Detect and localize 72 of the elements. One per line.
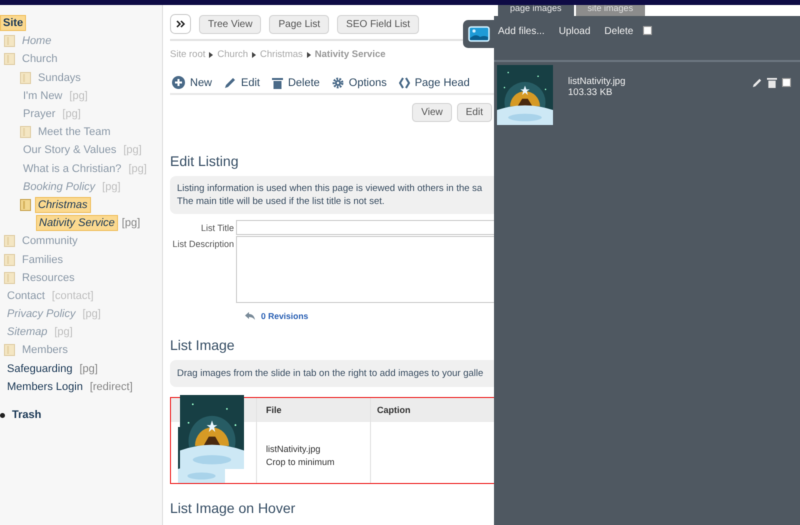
column-header: Caption <box>376 405 412 415</box>
folder-icon <box>4 344 15 356</box>
panel-action[interactable]: Delete <box>604 26 640 37</box>
action-button[interactable]: Delete <box>270 76 324 89</box>
trash-icon <box>272 76 283 88</box>
panel-action[interactable]: Upload <box>558 26 596 37</box>
page-type-tag: [pg] <box>79 362 98 375</box>
field-label: List Title <box>200 222 234 235</box>
section-heading: List Image on Hover <box>170 500 296 516</box>
folder-icon <box>20 198 31 211</box>
folder-icon <box>20 126 31 138</box>
caret-icon <box>252 52 256 58</box>
field-label: List Description <box>171 238 234 251</box>
page-type-tag: [pg] <box>102 180 121 193</box>
folder-icon <box>20 72 31 84</box>
tree-item[interactable]: Site <box>0 15 26 32</box>
tree-item[interactable]: Trash <box>9 407 44 424</box>
folder-icon <box>4 235 15 248</box>
page-type-tag: [pg] <box>122 217 140 230</box>
tree-item[interactable]: Christmas <box>35 196 91 213</box>
page-type-tag: [redirect] <box>90 380 133 393</box>
revisions-link[interactable]: 0 Revisions <box>245 311 308 321</box>
view-tab[interactable]: Tree View <box>199 14 262 34</box>
file-name: listNativity.jpg <box>568 76 626 87</box>
double-chevron-icon <box>176 20 186 28</box>
gear-icon <box>332 76 344 88</box>
checkbox[interactable] <box>643 26 652 35</box>
page-type-tag: [pg] <box>69 90 88 102</box>
file-size: 103.33 KB <box>568 87 614 98</box>
caret-icon <box>209 52 214 58</box>
page-type-tag: [pg] <box>54 326 73 338</box>
column-header: File <box>257 398 371 422</box>
tree-item[interactable]: Safeguarding <box>4 360 76 377</box>
image-icon <box>468 26 490 42</box>
page-type-tag: [pg] <box>128 162 147 175</box>
view-tab[interactable]: SEO Field List <box>337 14 420 34</box>
folder-icon <box>4 35 15 48</box>
reply-arrow-icon <box>245 312 255 320</box>
panel-toggle[interactable] <box>463 20 494 48</box>
mode-button[interactable]: View <box>412 103 452 122</box>
page-type-tag: [pg] <box>62 108 81 120</box>
table-cell: listNativity.jpg Crop to minimum <box>266 442 335 468</box>
plus-icon <box>172 76 185 89</box>
view-tab[interactable]: Page List <box>269 14 330 34</box>
section-heading: List Image <box>170 337 236 353</box>
code-icon <box>398 76 410 88</box>
mode-button[interactable]: Edit <box>456 103 492 122</box>
page-type-tag: [pg] <box>82 308 101 320</box>
info-text: Listing information is used when this page is viewed with others in the sa <box>177 182 482 195</box>
action-button[interactable]: Page Head <box>396 76 474 89</box>
caret-icon <box>306 52 311 58</box>
tree-item[interactable]: Nativity Service <box>36 215 118 232</box>
action-button[interactable]: New <box>170 76 216 89</box>
action-button[interactable]: Edit <box>222 76 264 89</box>
folder-icon <box>4 53 15 66</box>
info-text: The main title will be used if the list title is not set. <box>177 195 385 208</box>
page-type-tag: [contact] <box>52 290 94 302</box>
section-heading: Edit Listing <box>170 153 240 169</box>
page-type-tag: [pg] <box>123 144 142 156</box>
info-text: Drag images from the slide in tab on the right to add images to your galle <box>177 367 484 380</box>
checkbox[interactable] <box>782 78 791 87</box>
bullet-icon <box>0 412 5 418</box>
action-button[interactable]: Options <box>330 76 391 89</box>
tree-item[interactable]: Members Login <box>4 378 86 395</box>
pencil-icon <box>224 76 236 88</box>
expand-button[interactable] <box>170 14 191 34</box>
panel-action[interactable]: Add files... <box>498 26 551 37</box>
trash-icon[interactable] <box>767 77 777 88</box>
pencil-icon[interactable] <box>752 78 762 88</box>
folder-icon <box>4 254 15 266</box>
input-field[interactable] <box>236 220 496 235</box>
folder-icon <box>4 272 15 284</box>
